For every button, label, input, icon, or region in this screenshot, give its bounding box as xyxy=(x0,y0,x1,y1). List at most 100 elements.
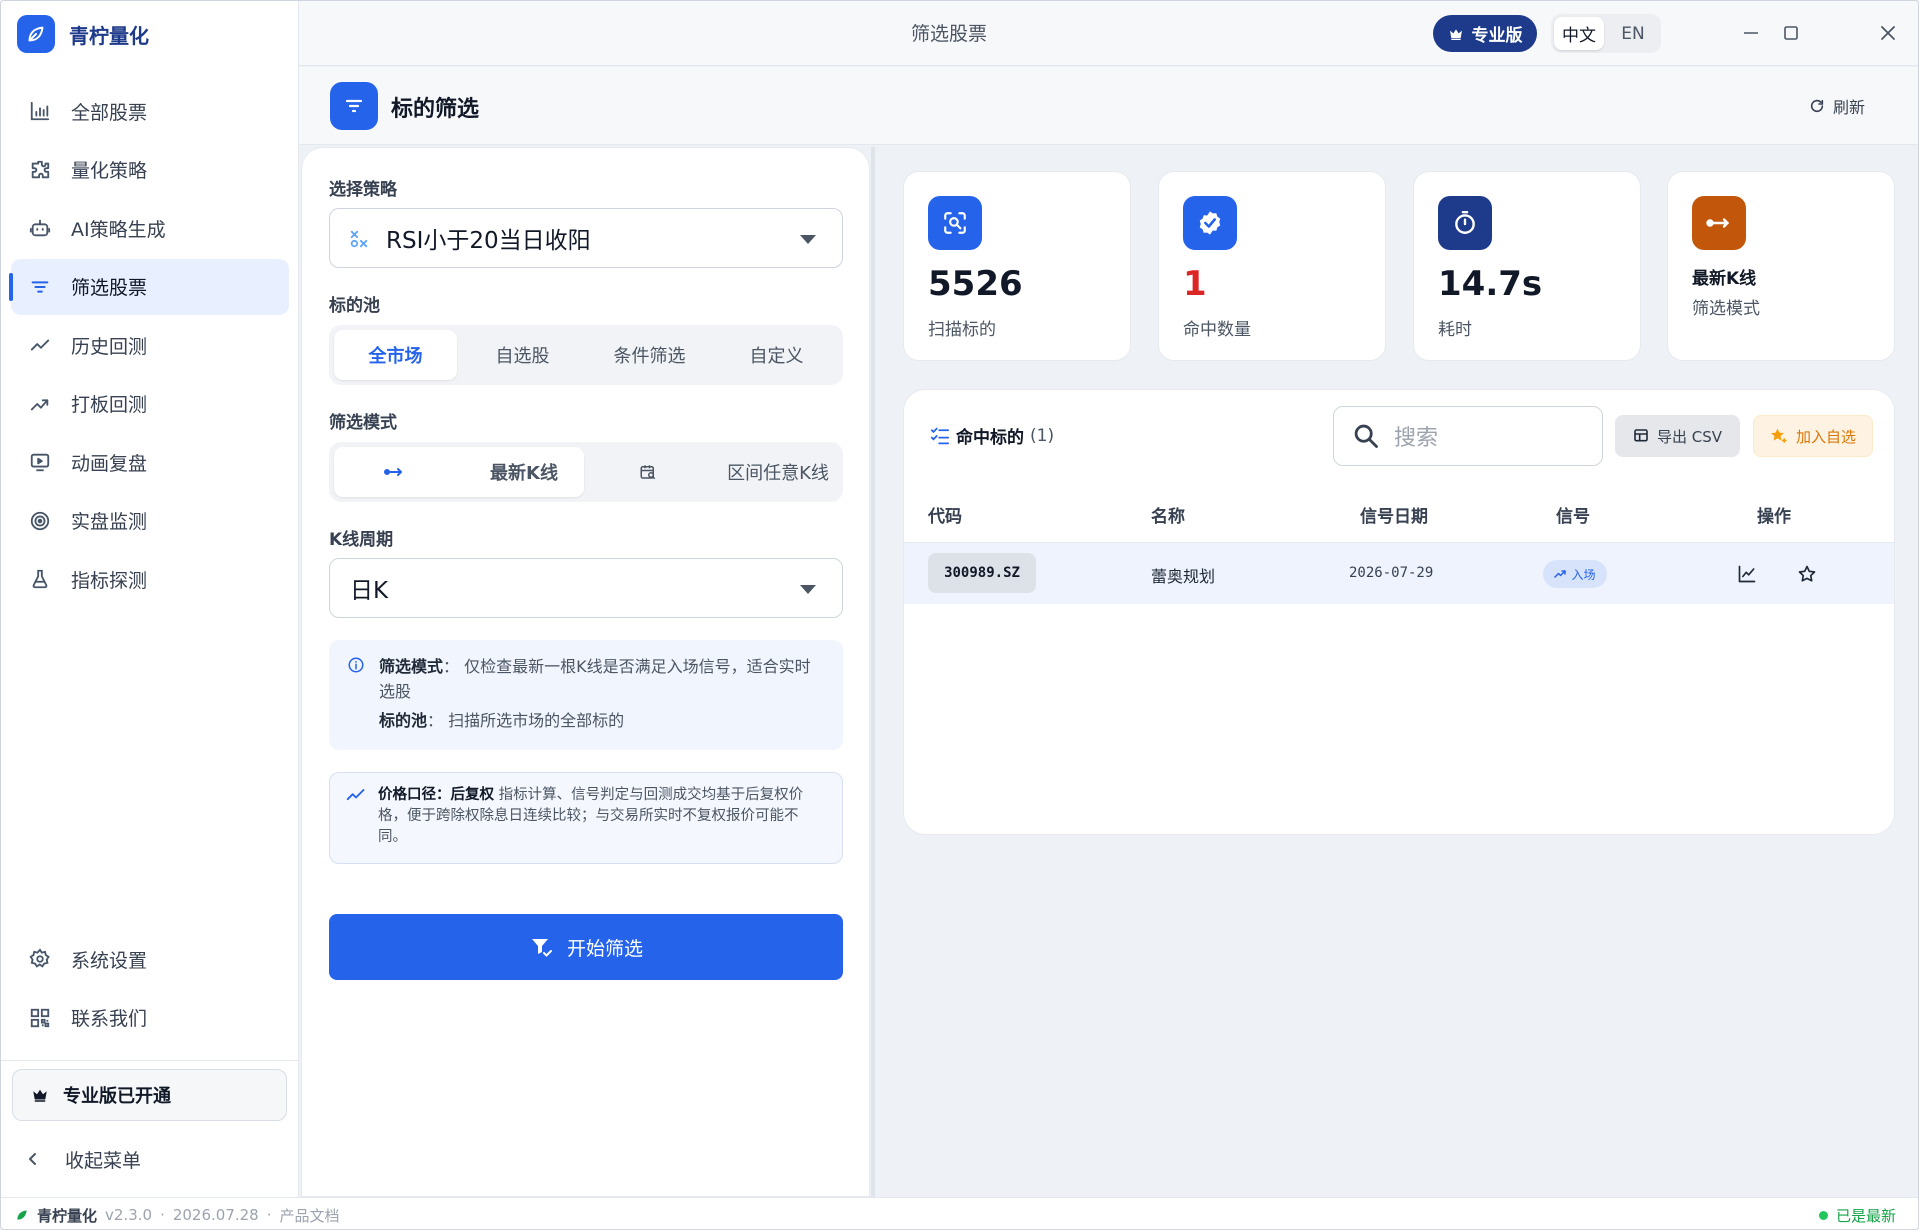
strategy-select[interactable]: RSI小于20当日收阳 xyxy=(329,208,843,268)
scan-search-icon xyxy=(928,196,982,250)
refresh-icon xyxy=(1809,98,1825,114)
panel-splitter-handle[interactable] xyxy=(871,147,875,1197)
stat-card-mode: 最新K线 筛选模式 xyxy=(1667,171,1895,361)
period-label: K线周期 xyxy=(329,530,394,550)
pro-status-badge[interactable]: 专业版已开通 xyxy=(12,1069,287,1121)
brand[interactable]: 青柠量化 xyxy=(17,15,149,53)
verified-badge-icon xyxy=(1183,196,1237,250)
info-pool-key: 标的池 xyxy=(379,711,428,730)
gear-icon xyxy=(27,946,53,972)
lang-option-en[interactable]: EN xyxy=(1608,17,1658,50)
robot-icon xyxy=(27,215,53,241)
maximize-icon[interactable] xyxy=(1777,19,1805,47)
start-screen-label: 开始筛选 xyxy=(566,937,643,960)
arrow-range-icon xyxy=(1692,196,1746,250)
page-title: 标的筛选 xyxy=(391,97,480,122)
calendar-search-icon xyxy=(588,463,708,481)
mode-option-latest-kline[interactable]: 最新K线 xyxy=(334,447,584,497)
export-csv-label: 导出 CSV xyxy=(1656,427,1723,446)
search-placeholder: 搜索 xyxy=(1394,426,1439,451)
strategy-value: RSI小于20当日收阳 xyxy=(386,228,591,254)
trending-up-icon xyxy=(1554,569,1567,579)
moon-icon[interactable] xyxy=(1685,19,1713,47)
results-title: 命中标的 xyxy=(956,428,1024,448)
pro-status-label: 专业版已开通 xyxy=(63,1086,171,1107)
collapse-menu-button[interactable]: 收起菜单 xyxy=(27,1141,141,1177)
info-icon xyxy=(347,656,365,674)
table-row[interactable]: 300989.SZ 蕾奥规划 2026-07-29 入场 xyxy=(904,542,1894,604)
stat-value: 最新K线 xyxy=(1692,269,1757,289)
stock-name: 蕾奥规划 xyxy=(1151,567,1216,586)
stat-value: 5526 xyxy=(928,264,1023,304)
sidebar-item-animated-replay[interactable]: 动画复盘 xyxy=(11,434,289,490)
sidebar-bottom-nav: 系统设置 联系我们 xyxy=(11,931,289,1048)
column-header-actions: 操作 xyxy=(1757,507,1791,527)
refresh-button[interactable]: 刷新 xyxy=(1809,94,1865,118)
lang-option-zh[interactable]: 中文 xyxy=(1554,17,1604,50)
status-separator: · xyxy=(266,1206,272,1224)
update-status-label: 已是最新 xyxy=(1835,1206,1896,1225)
sidebar-item-all-stocks[interactable]: 全部股票 xyxy=(11,83,289,139)
sidebar-item-backtest[interactable]: 历史回测 xyxy=(11,317,289,373)
period-select[interactable]: 日K xyxy=(329,558,843,618)
star-icon[interactable] xyxy=(1794,561,1820,587)
sidebar-item-live-monitor[interactable]: 实盘监测 xyxy=(11,493,289,549)
trend-line-icon xyxy=(346,787,366,803)
docs-link[interactable]: 产品文档 xyxy=(280,1205,340,1226)
results-header: 命中标的 (1) xyxy=(930,423,1054,448)
status-build-date: 2026.07.28 xyxy=(172,1206,259,1224)
mode-segmented-control: 最新K线 区间任意K线 xyxy=(329,442,843,502)
export-csv-button[interactable]: 导出 CSV xyxy=(1615,415,1740,457)
search-input[interactable]: 搜索 xyxy=(1333,406,1603,466)
pool-option-all-market[interactable]: 全市场 xyxy=(334,330,457,380)
signal-label: 入场 xyxy=(1571,567,1596,582)
strategy-label: 选择策略 xyxy=(329,180,397,200)
minimize-icon[interactable] xyxy=(1737,19,1765,47)
stat-card-elapsed: 14.7s 耗时 xyxy=(1413,171,1641,361)
column-header-signal-date[interactable]: 信号日期 xyxy=(1360,502,1428,527)
pro-version-label: 专业版 xyxy=(1471,26,1523,46)
strategy-symbol-icon xyxy=(348,228,370,250)
status-separator: · xyxy=(160,1206,165,1224)
sidebar-item-label: 实盘监测 xyxy=(71,511,148,533)
pool-label: 标的池 xyxy=(329,296,380,316)
stat-label: 筛选模式 xyxy=(1692,299,1760,319)
view-chart-icon[interactable] xyxy=(1734,561,1760,587)
stock-code-chip[interactable]: 300989.SZ xyxy=(928,553,1036,593)
filter-check-icon xyxy=(529,935,553,959)
status-left: 青柠量化 v2.3.0 · 2026.07.28 · 产品文档 xyxy=(15,1198,340,1229)
sidebar-item-indicator-probe[interactable]: 指标探测 xyxy=(11,551,289,607)
sidebar-item-label: 历史回测 xyxy=(71,335,148,358)
mode-option-range-kline[interactable]: 区间任意K线 xyxy=(588,447,838,497)
chevron-left-icon xyxy=(27,1151,39,1167)
column-header-name[interactable]: 名称 xyxy=(1151,502,1185,527)
close-icon[interactable] xyxy=(1874,19,1902,47)
column-header-code[interactable]: 代码 xyxy=(928,502,962,527)
table-export-icon xyxy=(1633,428,1649,444)
status-bar: 青柠量化 v2.3.0 · 2026.07.28 · 产品文档 已是最新 xyxy=(1,1197,1918,1229)
sidebar-item-quant-strategy[interactable]: 量化策略 xyxy=(11,142,289,198)
column-header-signal[interactable]: 信号 xyxy=(1556,502,1590,527)
monitor-play-icon xyxy=(27,449,53,475)
status-dot xyxy=(1818,1210,1828,1220)
page-header: 标的筛选 刷新 xyxy=(299,67,1918,145)
pro-version-pill[interactable]: 专业版 xyxy=(1433,15,1537,52)
stat-label: 命中数量 xyxy=(1183,320,1251,340)
start-screen-button[interactable]: 开始筛选 xyxy=(329,914,843,980)
signal-badge: 入场 xyxy=(1543,560,1607,588)
sidebar-item-contact[interactable]: 联系我们 xyxy=(11,990,289,1046)
update-status: 已是最新 xyxy=(1818,1198,1896,1229)
star-plus-icon xyxy=(1770,427,1788,445)
trending-up-icon xyxy=(27,391,53,417)
pool-option-conditional[interactable]: 条件筛选 xyxy=(588,330,711,380)
sidebar-item-limit-up-backtest[interactable]: 打板回测 xyxy=(11,376,289,432)
pool-option-custom[interactable]: 自定义 xyxy=(715,330,838,380)
pool-option-watchlist[interactable]: 自选股 xyxy=(461,330,584,380)
add-to-watchlist-button[interactable]: 加入自选 xyxy=(1753,415,1873,457)
sidebar-item-settings[interactable]: 系统设置 xyxy=(11,931,289,987)
flask-icon xyxy=(27,566,53,592)
collapse-menu-label: 收起菜单 xyxy=(65,1149,142,1172)
sidebar-item-ai-strategy[interactable]: AI策略生成 xyxy=(11,200,289,256)
caret-down-icon xyxy=(800,585,816,594)
sidebar-item-screen-stocks[interactable]: 筛选股票 xyxy=(9,258,289,315)
